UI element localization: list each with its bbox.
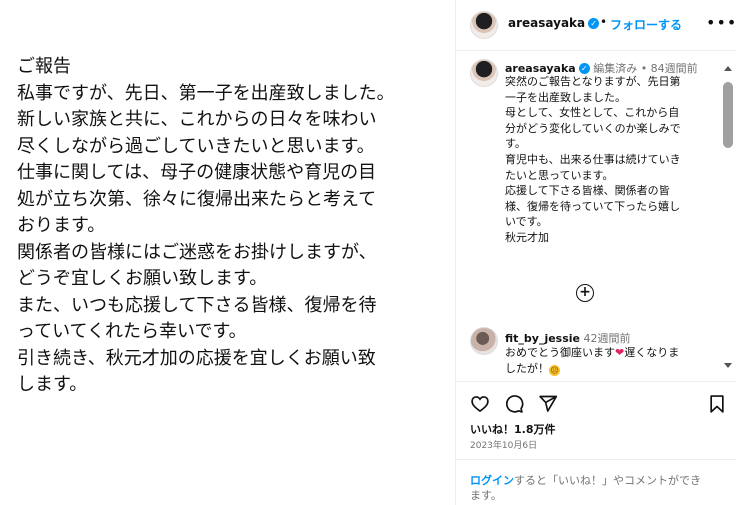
post-line: っていてくれたら幸いです。 xyxy=(17,321,247,342)
post-image: ご報告 私事ですが、先日、第一子を出産致しました。 新しい家族と共に、これからの… xyxy=(0,0,456,505)
caption-line: 育児中も、出来る仕事は続けていき xyxy=(505,152,681,166)
add-circle-icon[interactable]: + xyxy=(576,284,594,302)
scroll-down-icon[interactable] xyxy=(724,363,732,368)
caption-line: 母として、女性として、これから自 xyxy=(505,106,680,120)
comment-line: おめでとう御座います xyxy=(505,346,615,359)
caption-line: たいと思っています。 xyxy=(505,168,614,182)
caption-line: 様、復帰を待っていて下ったら嬉し xyxy=(505,199,681,213)
comment-time: 42週間前 xyxy=(583,332,631,345)
caption-line: 秋元才加 xyxy=(505,230,549,244)
comment-line: 遅くなりま xyxy=(624,346,680,359)
commenter-avatar[interactable] xyxy=(470,327,498,355)
heart-emoji-icon: ❤ xyxy=(615,346,625,359)
caption-author-avatar[interactable] xyxy=(470,59,498,87)
commenter-username[interactable]: fit_by_jessie xyxy=(505,332,580,345)
caption-line: いです。 xyxy=(505,215,548,229)
post-line: おります。 xyxy=(17,215,106,236)
verified-icon: ✓ xyxy=(588,18,600,29)
post-line: 私事ですが、先日、第一子を出産致しました。 xyxy=(17,82,395,104)
caption-line: す。 xyxy=(505,137,526,151)
post-header: areasayaka ✓ • フォローする ••• xyxy=(456,0,736,51)
separator-dot: • xyxy=(600,15,608,29)
post-side-panel: areasayaka ✓ • フォローする ••• areasayaka ✓ 編集済… xyxy=(456,0,736,505)
comment-text: おめでとう御座います❤遅くなりま したが！☹ xyxy=(505,345,727,377)
more-icon[interactable]: ••• xyxy=(706,13,736,32)
author-avatar[interactable] xyxy=(470,11,498,39)
divider xyxy=(456,459,736,460)
post-line: 関係者の皆様にはご迷惑をお掛けしますが、 xyxy=(17,241,377,263)
author-username[interactable]: areasayaka ✓ xyxy=(508,16,600,30)
post-line: ご報告 xyxy=(17,56,71,77)
post-line: 処が立ち次第、徐々に復帰出来たらと考えて xyxy=(17,188,377,210)
caption-line: 分がどう変化していくのか楽しみで xyxy=(505,121,681,135)
sad-face-emoji-icon: ☹ xyxy=(549,365,560,376)
caption-line: 応援して下さる皆様、関係者の皆 xyxy=(505,184,670,198)
caption-line: 突然のご報告となりますが、先日第 xyxy=(505,75,681,88)
post-line: します。 xyxy=(17,374,88,395)
post-line: 仕事に関しては、母子の健康状態や育児の目 xyxy=(17,162,377,183)
comments-section[interactable]: areasayaka ✓ 編集済み • 84週間前 突然のご報告となりますが、先日… xyxy=(456,51,736,380)
scroll-up-icon[interactable] xyxy=(724,66,732,71)
follow-button[interactable]: フォローする xyxy=(610,16,682,33)
comment-header: fit_by_jessie 42週間前 xyxy=(505,330,631,346)
bookmark-icon[interactable] xyxy=(707,394,727,414)
comment-line: したが！ xyxy=(505,362,549,375)
verified-icon: ✓ xyxy=(578,63,590,74)
scroll-thumb[interactable] xyxy=(723,82,733,148)
post-date: 2023年10月6日 xyxy=(470,441,538,451)
caption-line: 一子を出産致しました。 xyxy=(505,90,626,104)
heart-icon[interactable] xyxy=(470,394,490,414)
post-line: また、いつも応援して下さる皆様、復帰を待 xyxy=(17,294,377,316)
login-prompt: ログインすると「いいね！」やコメントができ ます。 xyxy=(470,473,726,503)
login-link[interactable]: ログイン xyxy=(470,474,514,487)
comment-icon[interactable] xyxy=(504,394,524,414)
post-line: 新しい家族と共に、これからの日々を味わい xyxy=(17,109,377,130)
login-prompt-text: すると「いいね！」やコメントができ xyxy=(514,474,701,487)
like-count[interactable]: いいね！1.8万件 xyxy=(470,421,556,437)
post-image-text: ご報告 私事ですが、先日、第一子を出産致しました。 新しい家族と共に、これからの… xyxy=(17,54,447,399)
comments-scrollbar[interactable] xyxy=(722,66,734,368)
share-icon[interactable] xyxy=(538,394,558,414)
post-line: どうぞ宜しくお願い致します。 xyxy=(17,268,268,289)
caption-text: 突然のご報告となりますが、先日第 一子を出産致しました。 母として、女性として、… xyxy=(505,74,727,246)
login-prompt-text: ます。 xyxy=(470,489,502,502)
post-line: 尽くしながら過ごしていきたいと思います。 xyxy=(17,135,375,157)
post-line: 引き続き、秋元才加の応援を宜しくお願い致 xyxy=(17,347,376,369)
